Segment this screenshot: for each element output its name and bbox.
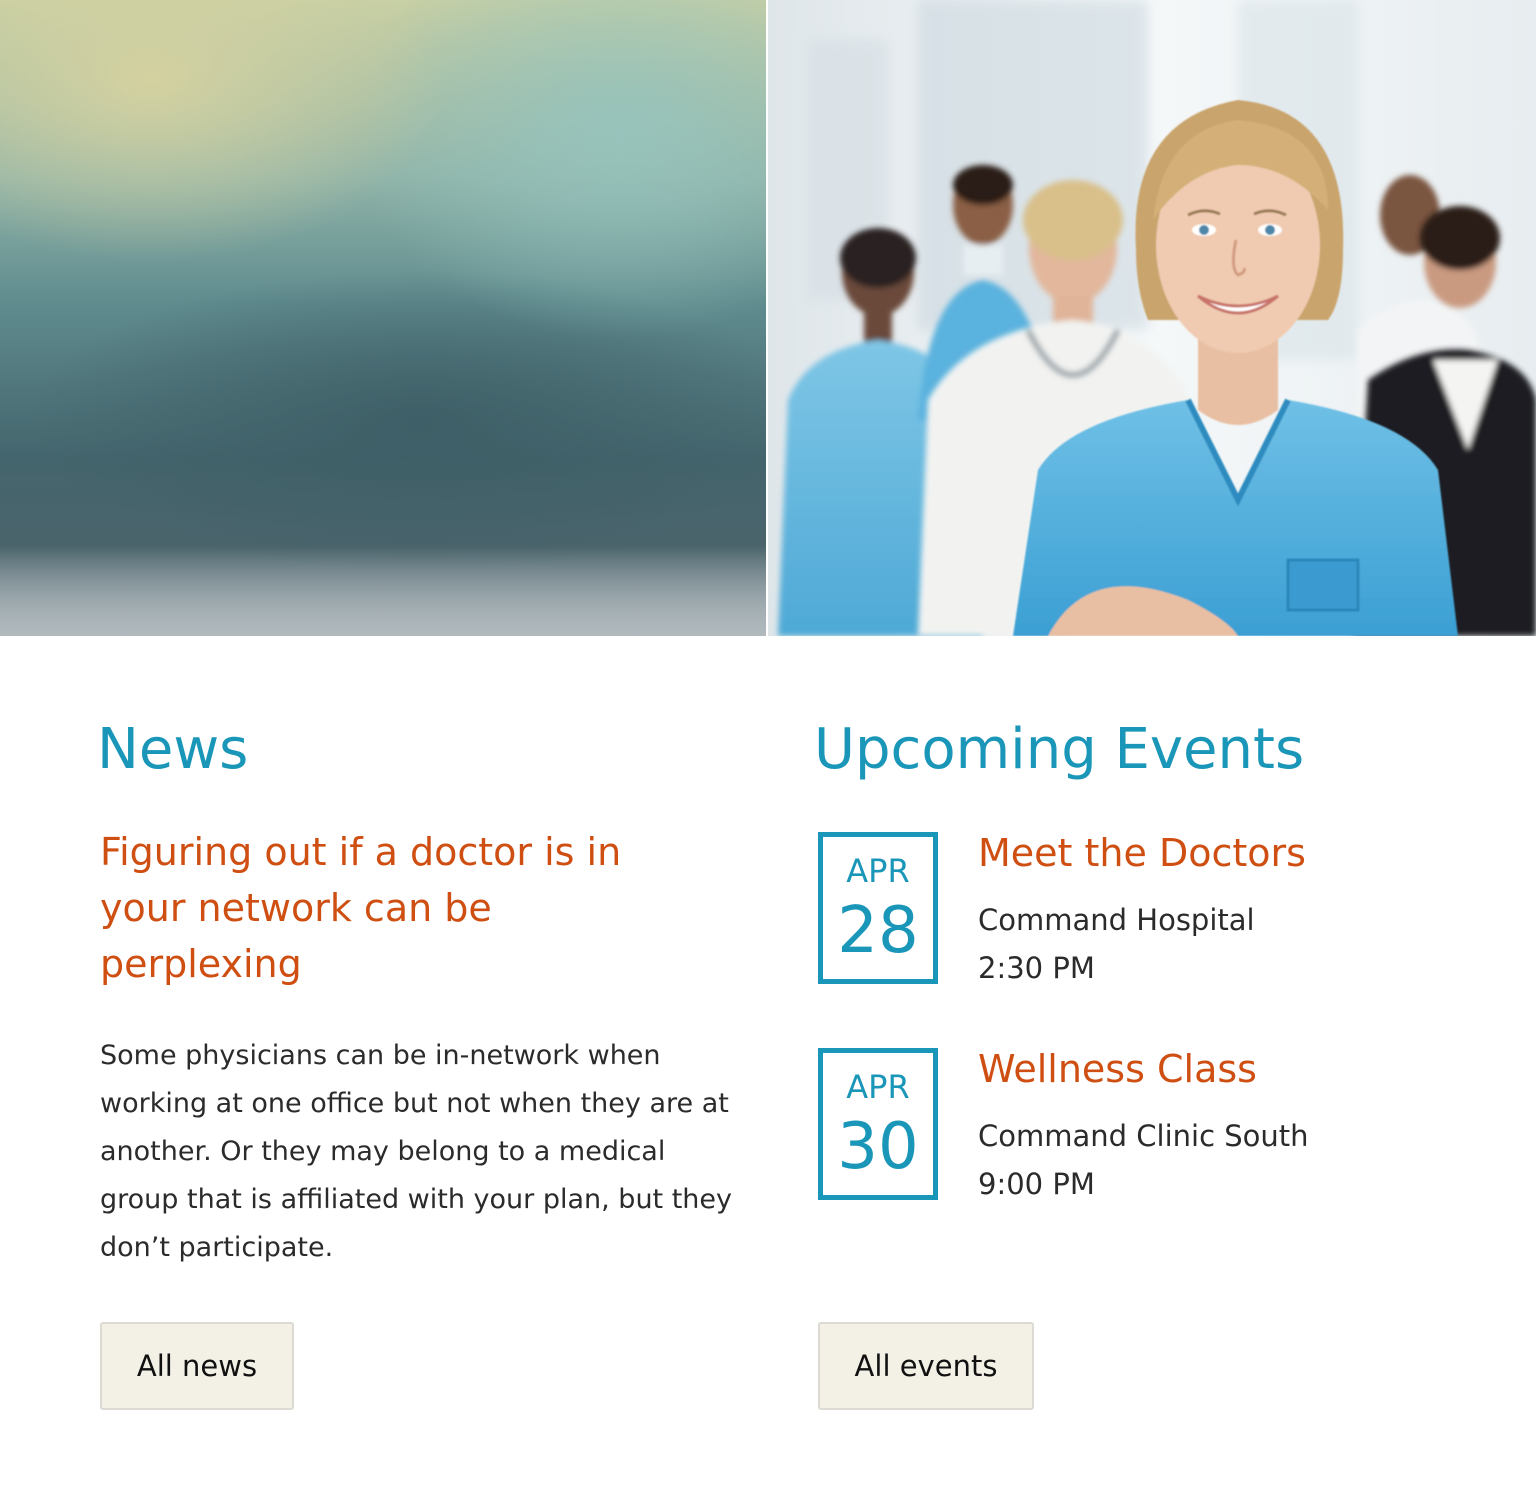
news-body: Some physicians can be in-network when w…	[100, 1040, 733, 1263]
event-location: Command Clinic South	[978, 1119, 1309, 1153]
event-item[interactable]: APR 28 Meet the Doctors Command Hospital…	[818, 831, 1438, 992]
event-time: 2:30 PM	[978, 951, 1095, 985]
event-item[interactable]: APR 30 Wellness Class Command Clinic Sou…	[818, 1047, 1438, 1208]
hero-left-image	[0, 0, 766, 636]
event-day: 30	[837, 1110, 919, 1184]
events-title: Upcoming Events	[814, 717, 1305, 782]
event-title-link[interactable]: Wellness Class	[978, 1044, 1257, 1094]
event-location: Command Hospital	[978, 903, 1255, 937]
event-title-link[interactable]: Meet the Doctors	[978, 828, 1306, 878]
hero-banner	[0, 0, 1536, 636]
news-headline-link[interactable]: Figuring out if a doctor is in your netw…	[100, 824, 700, 992]
page: News Figuring out if a doctor is in your…	[0, 0, 1536, 1502]
event-day: 28	[837, 894, 919, 968]
event-date-box: APR 30	[818, 1048, 938, 1200]
all-news-button[interactable]: All news	[100, 1322, 294, 1410]
all-events-button[interactable]: All events	[818, 1322, 1034, 1410]
event-month: APR	[846, 852, 910, 890]
news-title: News	[97, 717, 249, 782]
event-month: APR	[846, 1068, 910, 1106]
event-time: 9:00 PM	[978, 1167, 1095, 1201]
event-date-box: APR 28	[818, 832, 938, 984]
medical-team-illustration	[768, 0, 1536, 636]
hero-right-image	[768, 0, 1536, 636]
